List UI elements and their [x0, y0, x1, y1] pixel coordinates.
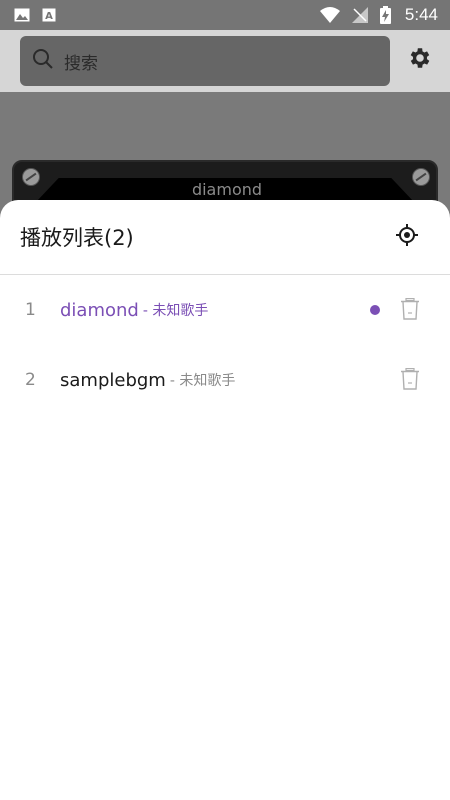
search-row: 搜索: [0, 30, 450, 92]
trash-icon: [400, 367, 420, 394]
now-playing-indicator: [370, 305, 380, 315]
search-icon: [32, 48, 54, 74]
battery-charging-icon: [379, 6, 391, 24]
text-icon: A: [42, 8, 56, 22]
status-time: 5:44: [404, 5, 438, 24]
playlist-title: 播放列表(2): [20, 226, 134, 250]
locate-current-button[interactable]: [392, 222, 422, 252]
track-title: diamond: [60, 299, 139, 321]
delete-track-button[interactable]: [399, 297, 421, 324]
svg-text:A: A: [45, 11, 53, 22]
list-item[interactable]: 2 samplebgm - 未知歌手: [0, 345, 450, 415]
image-icon: [14, 8, 30, 22]
trash-icon: [400, 297, 420, 324]
track-index: 1: [25, 300, 36, 320]
player-song-title: diamond: [191, 180, 263, 199]
search-input[interactable]: 搜索: [20, 36, 390, 86]
search-placeholder: 搜索: [64, 53, 98, 74]
signal-icon: [351, 7, 368, 23]
wifi-icon: [319, 7, 340, 23]
gear-icon: [407, 45, 433, 75]
playlist-sheet: 播放列表(2) 1 diamond - 未知歌手 2 samplebgm - 未…: [0, 200, 450, 800]
track-index: 2: [25, 370, 36, 390]
settings-button[interactable]: [404, 44, 436, 76]
delete-track-button[interactable]: [399, 367, 421, 394]
track-artist: - 未知歌手: [169, 373, 236, 389]
crosshair-icon: [395, 223, 419, 251]
playlist-header: 播放列表(2): [0, 200, 450, 275]
track-title: samplebgm: [60, 369, 166, 391]
track-artist: - 未知歌手: [142, 303, 209, 319]
status-bar: A 5:44: [0, 0, 450, 30]
list-item[interactable]: 1 diamond - 未知歌手: [0, 275, 450, 345]
